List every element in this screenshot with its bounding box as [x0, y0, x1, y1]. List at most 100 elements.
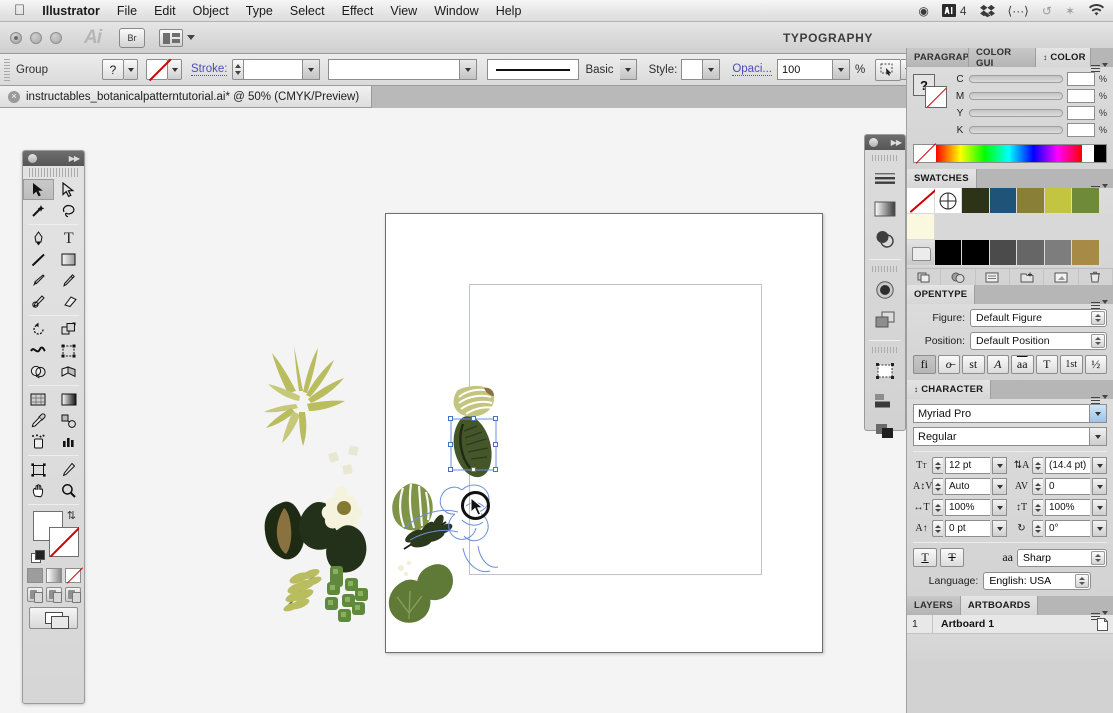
character-panel-menu-button[interactable] [1091, 395, 1113, 399]
tracking-stepper[interactable] [1032, 478, 1043, 495]
tab-paragraph[interactable]: PARAGRAPH [907, 48, 969, 67]
stroke-color-button[interactable] [146, 59, 168, 80]
graphic-style-dropdown[interactable] [703, 59, 720, 80]
swatch-registration[interactable] [935, 188, 963, 214]
new-swatch-button[interactable] [1044, 269, 1078, 285]
fill-stroke-controls[interactable]: ⇅ [31, 509, 76, 563]
document-tab[interactable]: × instructables_botanicalpatterntutorial… [0, 86, 372, 108]
magic-wand-tool[interactable] [23, 200, 54, 221]
leading-dropdown[interactable] [1092, 457, 1107, 474]
perspective-grid-tool[interactable] [54, 361, 85, 382]
rotation-dropdown[interactable] [1092, 520, 1107, 537]
rotation-field[interactable]: 0° [1045, 520, 1090, 537]
spectrum-gradient[interactable] [936, 145, 1082, 162]
position-stepper-icon[interactable] [1091, 334, 1105, 348]
swatch-gray-50[interactable] [1045, 240, 1073, 266]
swatch-black-2[interactable] [962, 240, 990, 266]
handle-middle-right[interactable] [493, 442, 498, 447]
artboard-page-icon[interactable] [1091, 618, 1113, 631]
minimize-window-button[interactable] [30, 32, 42, 44]
handle-top-right[interactable] [493, 416, 498, 421]
dock-group-grip[interactable] [872, 266, 898, 272]
baseline-shift-field[interactable]: 0 pt [945, 520, 990, 537]
rectangle-tool[interactable] [54, 249, 85, 270]
tab-character[interactable]: ↕ CHARACTER [907, 380, 991, 399]
slider-k[interactable] [969, 126, 1063, 134]
vertical-scale-dropdown[interactable] [1092, 499, 1107, 516]
arrange-documents-button[interactable] [159, 29, 195, 47]
dock-close-icon[interactable] [869, 138, 878, 147]
stroke-options-link[interactable]: Stroke: [191, 63, 227, 76]
tab-color[interactable]: ↕ COLOR [1036, 48, 1091, 67]
paragraph-panel-icon[interactable] [865, 164, 905, 194]
swatch-gray-75[interactable] [990, 240, 1018, 266]
menu-type[interactable]: Type [246, 4, 273, 18]
direct-selection-tool[interactable] [54, 179, 85, 200]
width-tool[interactable] [23, 340, 54, 361]
language-stepper-icon[interactable] [1075, 574, 1089, 588]
vertical-scale-stepper[interactable] [1032, 499, 1043, 516]
blob-brush-tool[interactable] [23, 291, 54, 312]
opacity-field[interactable]: 100 [777, 59, 833, 80]
column-graph-tool[interactable] [54, 431, 85, 452]
horizontal-scale-field[interactable]: 100% [945, 499, 990, 516]
artboard-name[interactable]: Artboard 1 [933, 618, 1091, 630]
graphic-styles-panel-icon[interactable] [865, 305, 905, 335]
hand-tool[interactable] [23, 480, 54, 501]
value-k[interactable] [1067, 123, 1095, 137]
opacity-dropdown[interactable] [833, 59, 850, 80]
menu-illustrator[interactable]: Illustrator [42, 4, 100, 18]
ordinals-button[interactable]: 1st [1060, 355, 1083, 374]
eraser-tool[interactable] [54, 291, 85, 312]
stroke-profile-field[interactable] [328, 59, 460, 80]
handle-bottom-right[interactable] [493, 467, 498, 472]
handle-bottom-left[interactable] [448, 467, 453, 472]
vertical-scale-field[interactable]: 100% [1045, 499, 1090, 516]
color-fill-stroke-proxy[interactable]: ? [913, 74, 949, 110]
value-c[interactable] [1067, 72, 1095, 86]
menu-object[interactable]: Object [193, 4, 229, 18]
dock-group-grip[interactable] [872, 155, 898, 161]
figure-select[interactable]: Default Figure [970, 309, 1107, 327]
free-transform-tool[interactable] [54, 340, 85, 361]
baseline-shift-dropdown[interactable] [992, 520, 1007, 537]
transform-panel-icon[interactable] [865, 356, 905, 386]
default-fill-stroke-icon[interactable] [31, 550, 44, 563]
swatch-green[interactable] [1072, 188, 1100, 214]
apple-icon[interactable]:  [14, 3, 25, 18]
dock-expand-icon[interactable]: ▶▶ [891, 138, 901, 147]
swatch-libraries-button[interactable] [907, 269, 941, 285]
line-segment-tool[interactable] [23, 249, 54, 270]
selection-tool[interactable] [23, 179, 54, 200]
value-m[interactable] [1067, 89, 1095, 103]
tools-panel-close-icon[interactable] [28, 154, 37, 163]
slider-y[interactable] [969, 109, 1063, 117]
tab-color-guide[interactable]: COLOR GUI [969, 48, 1036, 67]
menu-window[interactable]: Window [434, 4, 478, 18]
opacity-link[interactable]: Opaci... [732, 63, 772, 76]
font-style-dropdown-icon[interactable] [1089, 428, 1106, 445]
slider-c[interactable] [969, 75, 1063, 83]
figure-stepper-icon[interactable] [1091, 311, 1105, 325]
position-select[interactable]: Default Position [970, 332, 1107, 350]
close-icon[interactable]: × [8, 91, 20, 103]
eyedropper-tool[interactable] [23, 410, 54, 431]
gradient-tool[interactable] [54, 389, 85, 410]
strikethrough-button[interactable]: T [940, 548, 964, 567]
workspace-switcher[interactable]: TYPOGRAPHY [783, 31, 873, 45]
font-family-field[interactable]: Myriad Pro [913, 404, 1107, 423]
stroke-dropdown-button[interactable] [168, 59, 182, 80]
dock-group-grip[interactable] [872, 347, 898, 353]
menu-help[interactable]: Help [496, 4, 522, 18]
slice-tool[interactable] [54, 459, 85, 480]
adobe-cc-icon[interactable]: 4 [942, 4, 967, 18]
wifi-icon[interactable] [1088, 4, 1105, 17]
menu-edit[interactable]: Edit [154, 4, 176, 18]
tools-panel-expand-icon[interactable]: ▶▶ [69, 154, 79, 163]
align-panel-icon[interactable] [865, 386, 905, 416]
color-panel-menu-button[interactable] [1091, 63, 1113, 67]
kerning-field[interactable]: Auto [945, 478, 990, 495]
font-family-dropdown-icon[interactable] [1089, 405, 1106, 422]
tracking-field[interactable]: 0 [1045, 478, 1090, 495]
handle-top-center[interactable] [471, 416, 476, 421]
